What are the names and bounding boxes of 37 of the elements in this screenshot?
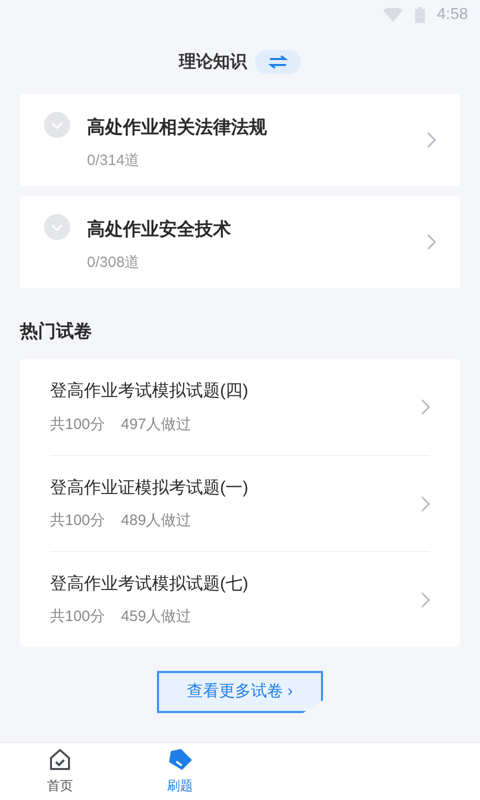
category-card[interactable]: 高处作业安全技术 0/308道: [20, 196, 460, 288]
paper-score: 共100分: [50, 414, 106, 434]
battery-icon: [414, 7, 425, 23]
header-title: 理论知识: [179, 51, 247, 74]
swap-arrows-icon: [268, 55, 288, 69]
question-count: 0/314道: [87, 151, 141, 171]
paper-item[interactable]: 登高作业证模拟考试题(一) 共100分 489人做过: [50, 455, 430, 551]
category-title: 高处作业安全技术: [87, 218, 232, 241]
chevron-right-icon: [427, 234, 436, 250]
pencil-tag-icon: [167, 748, 193, 772]
switch-button[interactable]: [255, 50, 301, 74]
status-time: 4:58: [436, 5, 468, 25]
chevron-right-icon: [421, 496, 430, 512]
chevron-down-circle-icon: [44, 214, 70, 240]
chevron-right-icon: [421, 592, 430, 608]
wifi-icon: [382, 8, 403, 22]
participant-count: 489人做过: [121, 511, 192, 531]
paper-title: 登高作业考试模拟试题(七): [50, 572, 250, 594]
tab-bar-item[interactable]: 刷题: [120, 743, 240, 800]
more-papers-button[interactable]: 查看更多试卷 ›: [157, 671, 323, 713]
question-count: 0/308道: [87, 253, 141, 273]
section-title: 热门试卷: [20, 321, 92, 341]
paper-title: 登高作业考试模拟试题(四): [50, 380, 250, 402]
chevron-down-circle-icon: [44, 112, 70, 138]
participant-count: 497人做过: [121, 414, 192, 434]
category-title: 高处作业相关法律法规: [87, 116, 268, 139]
paper-score: 共100分: [50, 607, 106, 627]
paper-title: 登高作业证模拟考试题(一): [50, 476, 250, 498]
house-check-icon: [48, 748, 72, 772]
participant-count: 459人做过: [121, 607, 192, 627]
chevron-right-icon: [427, 132, 436, 148]
paper-item[interactable]: 登高作业考试模拟试题(七) 共100分 459人做过: [50, 551, 430, 647]
paper-item[interactable]: 登高作业考试模拟试题(四) 共100分 497人做过: [50, 359, 430, 455]
category-card[interactable]: 高处作业相关法律法规 0/314道: [20, 94, 460, 186]
tab-bar-item[interactable]: 首页: [0, 743, 120, 800]
paper-score: 共100分: [50, 511, 106, 531]
chevron-right-icon: [421, 399, 430, 415]
